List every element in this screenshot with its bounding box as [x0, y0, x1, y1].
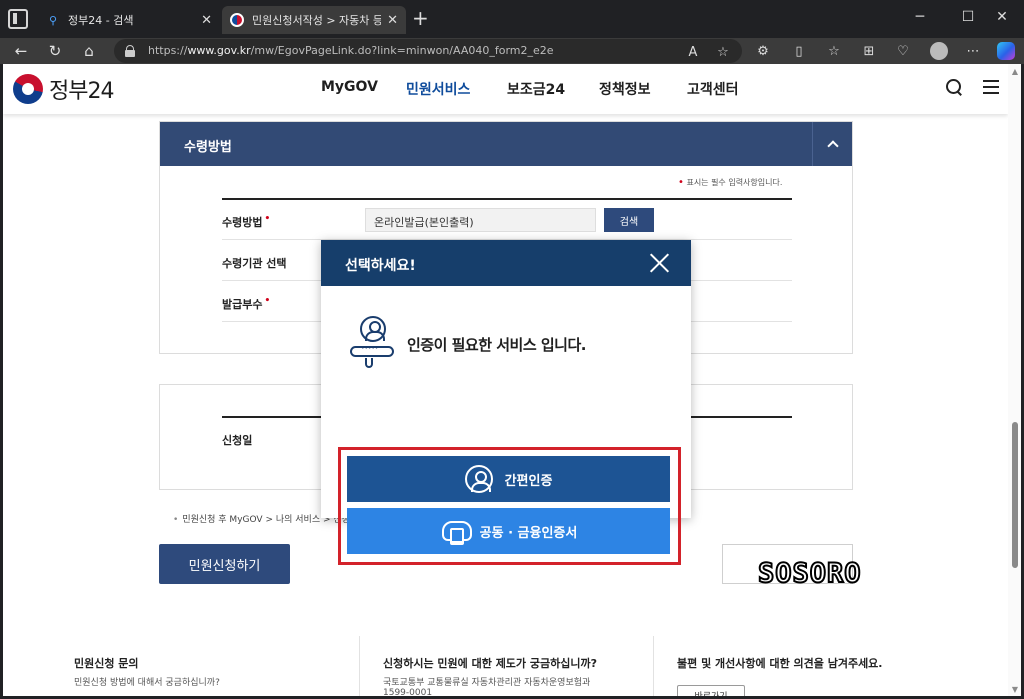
gov-logo-icon [230, 13, 244, 27]
address-toolbar: ← ↻ ⌂ https://www.gov.kr/mw/EgovPageLink… [0, 38, 1024, 64]
close-window-icon[interactable]: ✕ [980, 4, 1024, 30]
auth-select-modal: 선택하세요! 인증이 필요한 서비스 입니다. 간편인증 공동 · 금융인증서 [321, 240, 691, 565]
read-aloud-icon[interactable]: A [682, 42, 704, 62]
refresh-icon[interactable]: ↻ [42, 40, 68, 62]
favorite-star-icon[interactable]: ☆ [712, 42, 734, 62]
web-page: 정부24 MyGOV 민원서비스 보조금24 정책정보 고객센터 수령방법 • … [3, 64, 1008, 696]
nav-customer-center[interactable]: 고객센터 [687, 79, 739, 99]
logo-text: 정부24 [49, 79, 114, 104]
authentication-icon [347, 316, 397, 370]
browser-tab-bar: ⚲ 정부24 - 검색 ✕ 민원신청서작성 > 자동차 등록원부 ✕ + ─ ☐… [0, 0, 1024, 38]
back-icon[interactable]: ← [8, 40, 34, 62]
lock-icon[interactable] [125, 45, 135, 57]
auth-message: 인증이 필요한 서비스 입니다. [407, 336, 586, 354]
more-menu-icon[interactable]: ⋯ [962, 41, 984, 61]
hamburger-menu-icon[interactable] [983, 80, 999, 94]
tab-title: 정부24 - 검색 [68, 14, 134, 27]
search-icon: ⚲ [48, 13, 58, 27]
search-icon[interactable] [946, 79, 963, 96]
collections-icon[interactable]: ⊞ [858, 41, 880, 61]
browser-tab-form[interactable]: 민원신청서작성 > 자동차 등록원부 ✕ [222, 6, 406, 34]
nav-mygov[interactable]: MyGOV [321, 79, 378, 95]
favorites-icon[interactable]: ☆ [823, 41, 845, 61]
profile-avatar[interactable] [930, 42, 948, 60]
modal-title: 선택하세요! [345, 258, 416, 274]
close-tab-icon[interactable]: ✕ [201, 13, 212, 28]
site-header: 정부24 MyGOV 민원서비스 보조금24 정책정보 고객센터 [3, 64, 1008, 114]
taegeuk-logo-icon [13, 74, 43, 104]
close-tab-icon[interactable]: ✕ [387, 13, 398, 28]
workspaces-icon[interactable] [8, 9, 28, 29]
modal-header: 선택하세요! [321, 240, 691, 286]
url-text: https://www.gov.kr/mw/EgovPageLink.do?li… [148, 44, 554, 57]
copilot-icon[interactable] [997, 42, 1015, 60]
extensions-icon[interactable]: ⚙ [752, 41, 774, 61]
close-icon[interactable] [649, 253, 669, 273]
site-logo[interactable]: 정부24 [13, 73, 114, 105]
tab-title: 민원신청서작성 > 자동차 등록원부 [252, 14, 382, 27]
minimize-icon[interactable]: ─ [898, 4, 942, 30]
scroll-up-icon[interactable]: ▲ [1010, 68, 1020, 76]
nav-policy-info[interactable]: 정책정보 [599, 79, 651, 99]
nav-minwon-service[interactable]: 민원서비스 [406, 79, 470, 99]
browser-tab-search[interactable]: ⚲ 정부24 - 검색 ✕ [38, 6, 220, 34]
scroll-down-icon[interactable]: ▼ [1010, 686, 1020, 694]
split-screen-icon[interactable]: ▯ [788, 41, 810, 61]
scrollbar-thumb[interactable] [1012, 422, 1018, 568]
home-icon[interactable]: ⌂ [76, 40, 102, 62]
address-bar[interactable]: https://www.gov.kr/mw/EgovPageLink.do?li… [114, 39, 742, 63]
new-tab-icon[interactable]: + [412, 8, 429, 28]
browser-essentials-icon[interactable]: ♡ [892, 41, 914, 61]
scrollbar-track[interactable] [1008, 64, 1021, 696]
nav-subsidy24[interactable]: 보조금24 [507, 79, 565, 99]
highlight-box [338, 447, 681, 565]
